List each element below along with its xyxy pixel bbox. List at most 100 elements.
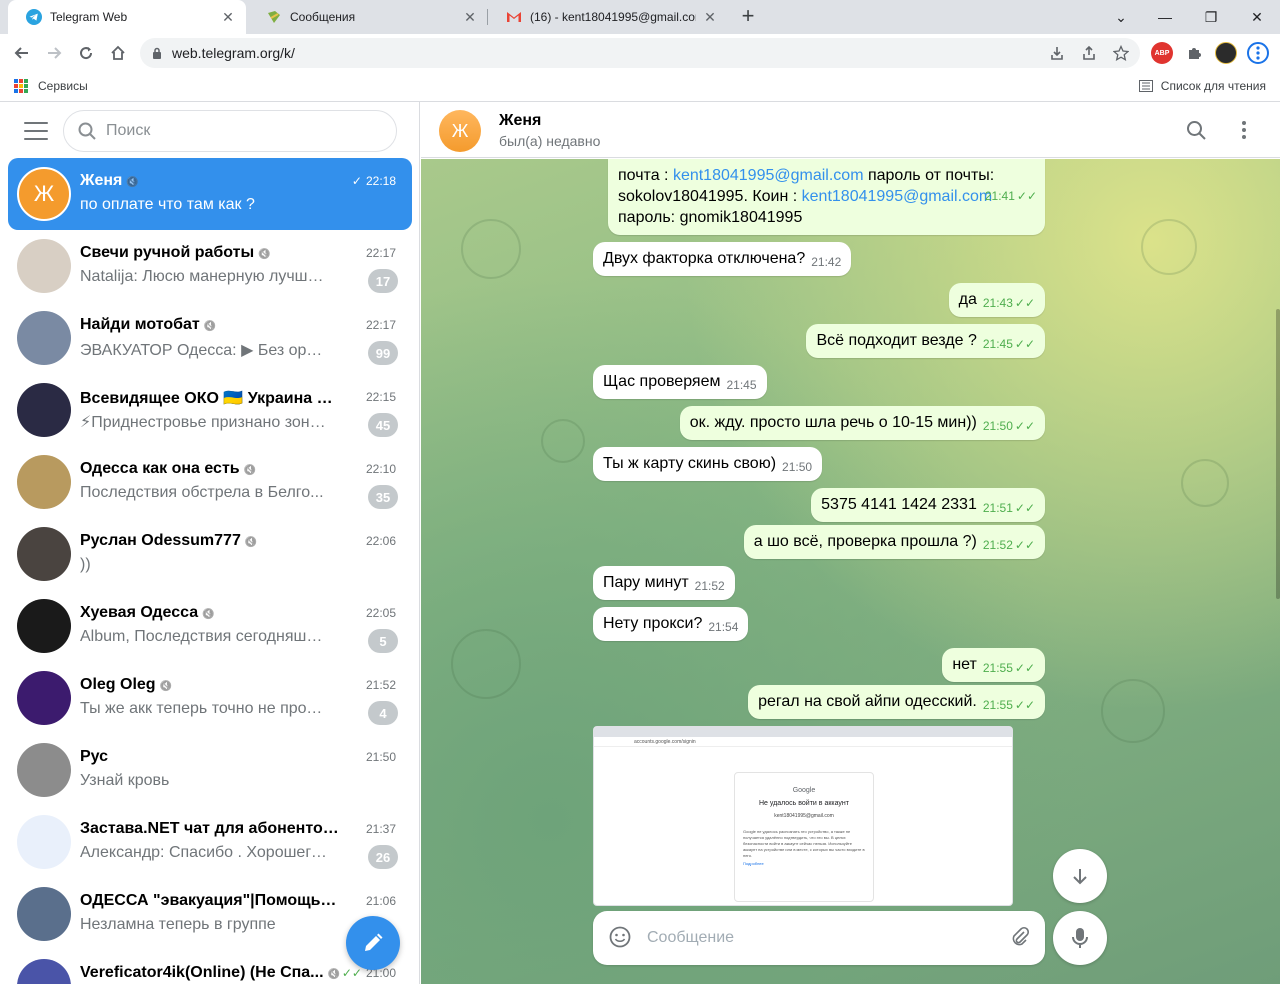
chrome-menu-icon[interactable]	[1247, 42, 1269, 64]
tab-search-icon[interactable]: ⌄	[1098, 0, 1144, 34]
chat-header[interactable]: Ж Женя был(а) недавно	[421, 102, 1280, 158]
message-outgoing[interactable]: регал на свой айпи одесский. 21:55 ✓✓	[748, 685, 1045, 719]
maximize-button[interactable]: ❐	[1188, 0, 1234, 34]
photo-attachment[interactable]: accounts.google.com/signin Google Не уда…	[593, 726, 1013, 906]
unread-badge: 5	[368, 629, 398, 653]
chat-name: Oleg Oleg 🔇	[80, 676, 340, 694]
more-options-icon[interactable]	[1232, 118, 1256, 142]
chat-name-text: ОДЕССА "эвакуация"|Помощь бе...	[80, 892, 340, 909]
search-input[interactable]	[106, 122, 366, 140]
chat-name-text: Застава.NET чат для абонентов	[80, 820, 333, 837]
photo-google-logo: Google	[792, 787, 816, 794]
email-link[interactable]: kent18041995@gmail.com	[802, 188, 993, 205]
message-outgoing[interactable]: почта : kent18041995@gmail.com пароль от…	[608, 159, 1045, 235]
message-outgoing[interactable]: а шо всё, проверка прошла ?) 21:52 ✓✓	[743, 525, 1045, 559]
home-button[interactable]	[104, 39, 132, 67]
share-icon[interactable]	[1078, 42, 1100, 64]
chat-name: Vereficator4ik(Online) (Не Спа... 🔇	[80, 964, 340, 982]
chat-preview: ))	[80, 556, 91, 573]
extensions-puzzle-icon[interactable]	[1183, 42, 1205, 64]
chat-search-icon[interactable]	[1184, 118, 1208, 142]
message-incoming[interactable]: Ты ж карту скинь свою) 21:50	[593, 447, 823, 481]
chat-list-item[interactable]: Застава.NET чат для абонентов 🔇 21:37 Алекс…	[8, 806, 412, 878]
emoji-icon[interactable]	[609, 926, 631, 953]
message-outgoing[interactable]: да 21:43 ✓✓	[948, 283, 1045, 317]
scroll-down-button[interactable]	[1053, 849, 1107, 903]
email-link[interactable]: kent18041995@gmail.com	[673, 167, 864, 184]
tab-messages[interactable]: Сообщения ✕	[248, 0, 488, 34]
chat-list-item[interactable]: Всевидящее ОКО 🇺🇦 Украина во...🔇 22:15 ⚡Пр…	[8, 374, 412, 446]
reading-list-label: Список для чтения	[1160, 79, 1266, 93]
message-text: ок. жду. просто шла речь о 10-15 мин))	[689, 414, 977, 431]
forward-button[interactable]	[40, 39, 68, 67]
message-time: 21:54	[708, 620, 739, 634]
chat-preview: Ты же акк теперь точно не продашь	[80, 700, 330, 717]
chat-avatar	[17, 527, 71, 581]
back-button[interactable]	[8, 39, 36, 67]
message-incoming[interactable]: Нету прокси? 21:54	[593, 607, 749, 641]
message-text: Ты ж карту скинь свою)	[603, 455, 777, 472]
message-incoming[interactable]: Двух факторка отключена? 21:42	[593, 242, 852, 276]
tab-gmail[interactable]: (16) - kent18041995@gmail.com ✕	[488, 0, 728, 34]
message-outgoing[interactable]: Всё подходит везде ? 21:45 ✓✓	[806, 324, 1045, 358]
chat-list-item[interactable]: Руслан Odessum777 🔇 22:06))	[8, 518, 412, 590]
close-tab-icon[interactable]: ✕	[462, 9, 478, 26]
contact-avatar[interactable]: Ж	[439, 110, 481, 152]
chat-list-item[interactable]: Хуевая Одесса 🔇 22:05 Album, Последствия се…	[8, 590, 412, 662]
message-text: Нету прокси?	[603, 615, 703, 632]
chat-name-text: Найди мотобат	[80, 316, 200, 333]
reload-icon	[80, 47, 93, 60]
chat-avatar	[17, 455, 71, 509]
message-text: Двух факторка отключена?	[603, 250, 806, 267]
close-window-button[interactable]: ✕	[1234, 0, 1280, 34]
muted-icon: 🔇	[327, 969, 340, 980]
chat-list-item[interactable]: Свечи ручной работы 🔇 22:17 Natalija: Люсю …	[8, 230, 412, 302]
reload-button[interactable]	[72, 39, 100, 67]
chat-name: Руслан Odessum777 🔇	[80, 532, 340, 550]
voice-record-button[interactable]	[1053, 911, 1107, 965]
background-doodle	[541, 419, 585, 463]
background-doodle	[1101, 679, 1165, 743]
chat-list-item[interactable]: Oleg Oleg 🔇 21:52 Ты же акк теперь точно не…	[8, 662, 412, 734]
reading-list-button[interactable]: Список для чтения	[1138, 79, 1266, 93]
compose-button[interactable]	[346, 916, 400, 970]
chat-time-text: 22:17	[365, 246, 396, 260]
new-tab-button[interactable]: +	[736, 4, 760, 30]
muted-icon: 🔇	[203, 321, 217, 332]
chat-list-item[interactable]: Рус 21:50 Узнай кровь	[8, 734, 412, 806]
message-outgoing[interactable]: ок. жду. просто шла речь о 10-15 мин)) 21…	[679, 406, 1045, 440]
browser-toolbar: web.telegram.org/k/ ABP	[0, 34, 1280, 72]
address-bar[interactable]: web.telegram.org/k/	[140, 38, 1140, 68]
tab-telegram[interactable]: Telegram Web ✕	[8, 0, 246, 34]
bookmark-star-icon[interactable]	[1110, 42, 1132, 64]
message-meta: 21:55 ✓✓	[983, 695, 1035, 716]
photo-tabstrip	[594, 727, 1012, 737]
muted-icon: 🔇	[202, 609, 215, 620]
conversation-panel: Ж Женя был(а) недавно почта : kent180419…	[421, 102, 1280, 984]
chat-list-item[interactable]: Одесса как она есть 🔇 22:10 Последствия обс…	[8, 446, 412, 518]
close-tab-icon[interactable]: ✕	[220, 9, 236, 26]
message-time: 21:43	[982, 296, 1013, 310]
minimize-button[interactable]: —	[1142, 0, 1188, 34]
background-doodle	[1181, 459, 1229, 507]
bookmarks-bar: Сервисы Список для чтения	[0, 72, 1280, 102]
chat-list-item[interactable]: Найди мотобат 🔇 22:17 ЭВАКУАТОР Одесса: ▶ Б…	[8, 302, 412, 374]
close-tab-icon[interactable]: ✕	[702, 9, 718, 26]
chat-list-item[interactable]: Ж Женя 🔇 ✓ 22:18 по оплате что там как ?	[8, 158, 412, 230]
message-incoming[interactable]: Щас проверяем 21:45	[593, 365, 767, 399]
search-field[interactable]	[63, 110, 397, 152]
message-text: да	[958, 291, 977, 308]
message-outgoing[interactable]: 5375 4141 1424 2331 21:51 ✓✓	[811, 488, 1045, 522]
attach-icon[interactable]	[1009, 926, 1031, 953]
message-incoming[interactable]: Пару минут 21:52	[593, 566, 735, 600]
adblock-extension-icon[interactable]: ABP	[1151, 42, 1173, 64]
message-outgoing[interactable]: нет 21:55 ✓✓	[942, 648, 1045, 682]
chat-scrollbar[interactable]	[1276, 309, 1280, 599]
install-app-icon[interactable]	[1046, 42, 1068, 64]
apps-shortcut[interactable]: Сервисы	[14, 79, 88, 93]
message-time: 21:45	[982, 337, 1013, 351]
profile-avatar[interactable]	[1215, 42, 1237, 64]
hamburger-menu-icon[interactable]	[24, 122, 48, 140]
message-input[interactable]	[647, 929, 977, 947]
chat-avatar	[17, 239, 71, 293]
